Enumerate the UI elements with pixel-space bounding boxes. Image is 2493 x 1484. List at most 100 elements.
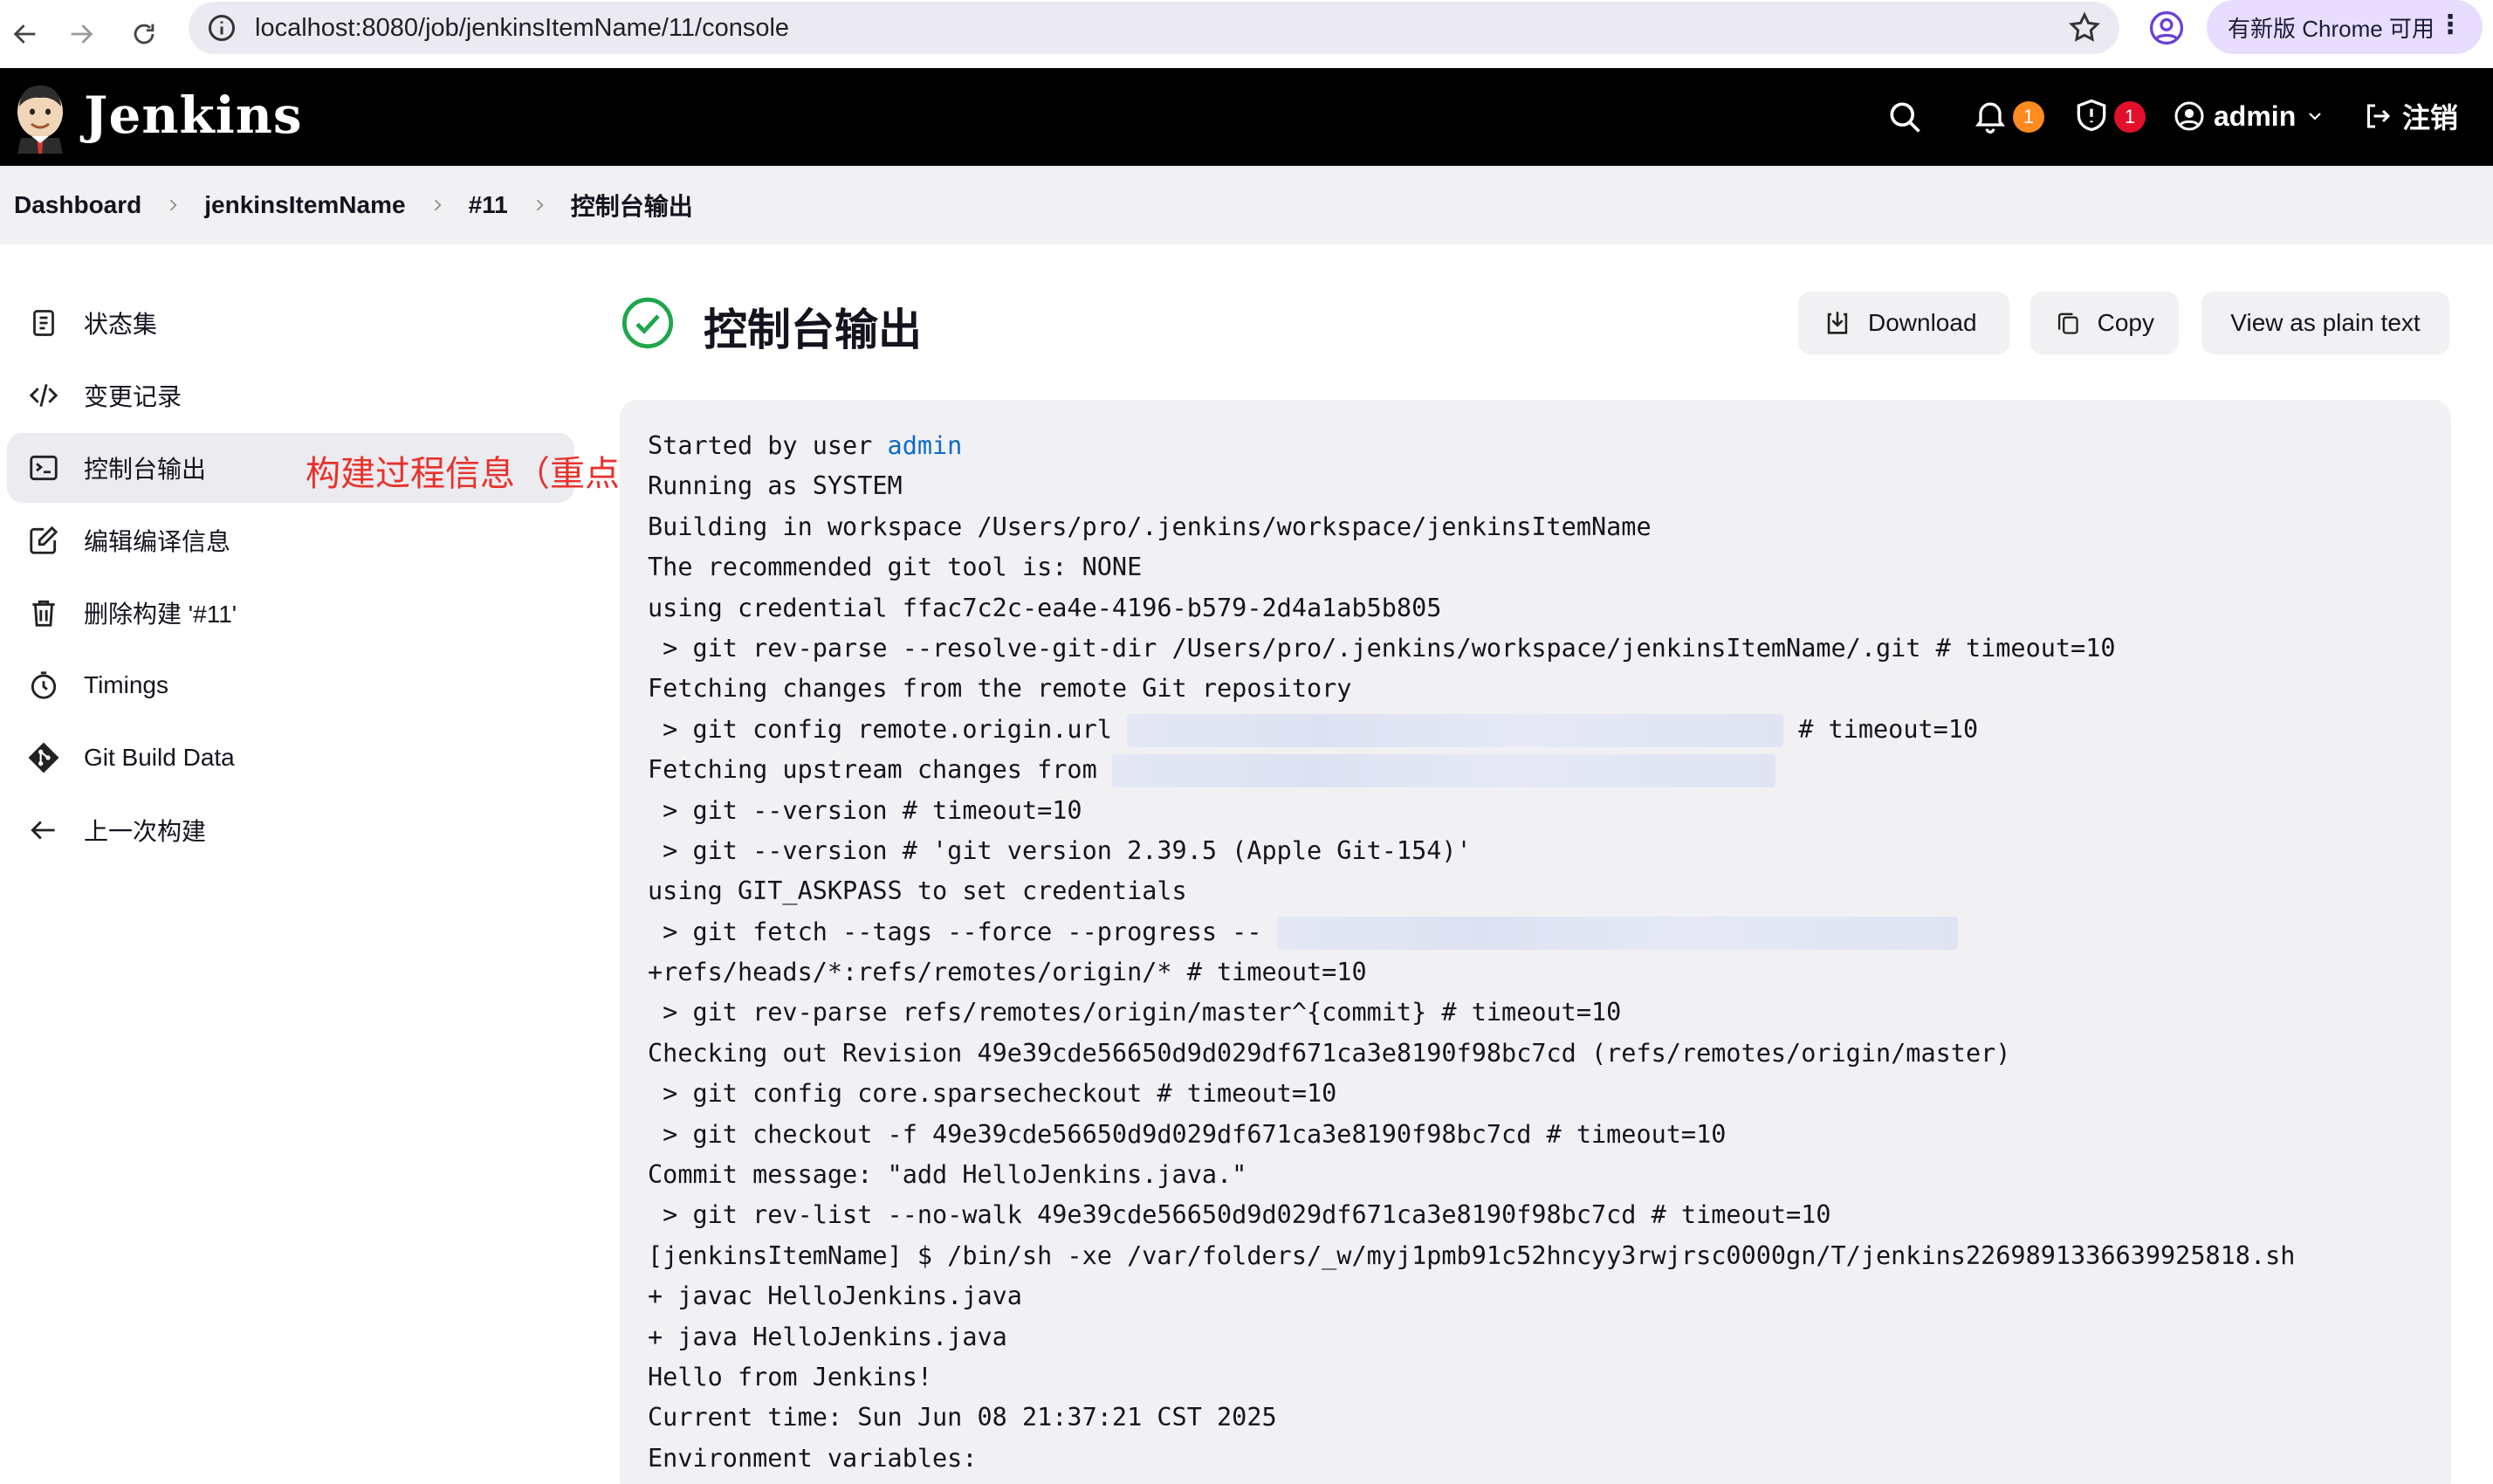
console-line: > git rev-list --no-walk 49e39cde56650d9… <box>648 1200 1831 1230</box>
console-text: > git fetch --tags --force --progress -- <box>648 917 1277 946</box>
console-user-link[interactable]: admin <box>888 431 963 460</box>
console-text: > git config remote.origin.url <box>648 714 1128 744</box>
site-info-icon[interactable] <box>206 12 237 44</box>
git-icon <box>26 740 61 775</box>
console-line: Fetching changes from the remote Git rep… <box>648 674 1352 704</box>
red-annotation-text: 构建过程信息（重点) <box>306 455 632 493</box>
view-plain-text-label: View as plain text <box>2230 309 2421 336</box>
console-line: > git rev-parse --resolve-git-dir /Users… <box>648 633 2116 663</box>
jenkins-brand[interactable]: Jenkins <box>84 86 303 145</box>
console-line: +refs/heads/*:refs/remotes/origin/* # ti… <box>648 958 1367 987</box>
console-line: + java HelloJenkins.java <box>648 1322 1007 1351</box>
sidebar-item-label: 变更记录 <box>84 383 182 410</box>
forward-arrow-icon[interactable] <box>56 9 106 59</box>
sidebar-item-label: 编辑编译信息 <box>84 528 231 555</box>
page-title: 控制台输出 <box>704 306 922 354</box>
trash-icon <box>26 595 61 630</box>
console-line: > git fetch --tags --force --progress -- <box>648 912 2423 952</box>
sidebar-item-label: 状态集 <box>84 311 158 338</box>
breadcrumb-item-build[interactable]: #11 <box>469 191 508 219</box>
breadcrumb-item-console[interactable]: 控制台输出 <box>571 188 693 223</box>
breadcrumb-item-dashboard[interactable]: Dashboard <box>14 191 141 219</box>
success-check-icon <box>620 295 676 351</box>
copy-button[interactable]: Copy <box>2030 292 2179 354</box>
sidebar-item-label: 控制台输出 <box>84 456 207 483</box>
console-text: Fetching upstream changes from <box>648 755 1112 785</box>
chrome-update-label: 有新版 Chrome 可用 <box>2228 15 2435 42</box>
console-line: + javac HelloJenkins.java <box>648 1281 1022 1311</box>
sidebar-item-timings[interactable]: Timings <box>7 650 574 720</box>
redacted-url <box>1111 754 1775 788</box>
logout-icon <box>2367 104 2391 128</box>
reload-icon[interactable] <box>119 9 169 59</box>
jenkins-header: Jenkins 1 1 admin 注销 <box>0 68 2493 166</box>
console-line: Environment variables: <box>648 1443 978 1473</box>
user-menu[interactable]: admin <box>2174 94 2325 138</box>
sidebar-item-label: 删除构建 '#11' <box>84 601 237 628</box>
chevron-down-icon <box>2309 113 2322 120</box>
sidebar-item-git-build-data[interactable]: Git Build Data <box>7 723 574 793</box>
sidebar-item-delete[interactable]: 删除构建 '#11' <box>7 578 574 648</box>
download-icon <box>1827 312 1848 334</box>
console-line: Checking out Revision 49e39cde56650d9d02… <box>648 1038 2011 1068</box>
console-line: [jenkinsItemName] $ /bin/sh -xe /var/fol… <box>648 1240 2296 1270</box>
terminal-icon <box>26 450 61 485</box>
redacted-url <box>1276 916 1958 950</box>
console-text: Started by user <box>648 431 888 460</box>
user-avatar-icon <box>2174 101 2204 131</box>
console-line: using GIT_ASKPASS to set credentials <box>648 876 1187 906</box>
sidebar-item-status[interactable]: 状态集 <box>7 288 574 358</box>
more-vert-icon[interactable]: ⋮ <box>2437 12 2463 38</box>
sidebar-item-edit[interactable]: 编辑编译信息 <box>7 505 574 575</box>
console-line: Commit message: "add HelloJenkins.java." <box>648 1160 1247 1190</box>
console-line: Running as SYSTEM <box>648 471 903 501</box>
console-line: Building in workspace /Users/pro/.jenkin… <box>648 512 1652 541</box>
back-arrow-icon[interactable] <box>0 9 51 59</box>
browser-toolbar: localhost:8080/job/jenkinsItemName/11/co… <box>0 0 2493 68</box>
redacted-url <box>1127 713 1784 747</box>
user-name: admin <box>2214 100 2297 132</box>
shield-icon[interactable] <box>2072 96 2111 134</box>
sidebar-item-previous-build[interactable]: 上一次构建 <box>7 795 574 865</box>
console-line: > git config remote.origin.url # timeout… <box>648 710 2423 750</box>
sidebar-item-label: Timings <box>84 671 168 698</box>
logout-label: 注销 <box>2402 102 2459 134</box>
search-icon[interactable] <box>1885 98 1924 136</box>
console-line: > git --version # 'git version 2.39.5 (A… <box>648 835 1472 865</box>
status-document-icon <box>26 306 61 340</box>
logout-button[interactable]: 注销 <box>2362 94 2458 138</box>
download-button[interactable]: Download <box>1798 292 2009 354</box>
security-badge[interactable]: 1 <box>2114 101 2146 133</box>
arrow-left-icon <box>26 813 61 848</box>
breadcrumb: Dashboard jenkinsItemName #11 控制台输出 <box>0 166 2493 244</box>
url-text[interactable]: localhost:8080/job/jenkinsItemName/11/co… <box>255 14 789 43</box>
chrome-update-button[interactable]: 有新版 Chrome 可用 ⋮ <box>2207 0 2483 54</box>
console-output[interactable]: Started by user admin Running as SYSTEM … <box>620 400 2451 1484</box>
profile-icon[interactable] <box>2147 9 2186 47</box>
breadcrumb-item-job[interactable]: jenkinsItemName <box>204 191 405 219</box>
sidebar: 状态集 变更记录 控制台输出 编辑编译信息 删除构建 '#11' Timings <box>7 288 574 868</box>
address-bar[interactable]: localhost:8080/job/jenkinsItemName/11/co… <box>189 2 2119 54</box>
stopwatch-icon <box>26 668 61 703</box>
console-line: Started by user admin <box>648 426 2423 466</box>
copy-icon <box>2057 313 2078 334</box>
console-line: Current time: Sun Jun 08 21:37:21 CST 20… <box>648 1403 1277 1432</box>
chevron-right-icon <box>170 199 177 211</box>
view-plain-text-button[interactable]: View as plain text <box>2201 292 2449 354</box>
console-line: > git --version # timeout=10 <box>648 795 1082 825</box>
edit-icon <box>26 523 61 558</box>
sidebar-item-label: 上一次构建 <box>84 818 207 845</box>
console-line: The recommended git tool is: NONE <box>648 553 1143 582</box>
bell-icon[interactable] <box>1971 96 2009 134</box>
sidebar-item-changes[interactable]: 变更记录 <box>7 361 574 430</box>
console-line: > git config core.sparsecheckout # timeo… <box>648 1079 1337 1109</box>
bookmark-star-icon[interactable] <box>2067 10 2102 45</box>
console-line: Hello from Jenkins! <box>648 1362 933 1391</box>
console-line: > git rev-parse refs/remotes/origin/mast… <box>648 998 1622 1027</box>
download-label: Download <box>1868 309 1977 336</box>
sidebar-item-label: Git Build Data <box>84 744 235 771</box>
chevron-right-icon <box>536 199 544 211</box>
jenkins-logo-icon[interactable] <box>12 80 68 154</box>
notifications-badge[interactable]: 1 <box>2013 101 2044 133</box>
console-line: Fetching upstream changes from <box>648 750 2423 790</box>
